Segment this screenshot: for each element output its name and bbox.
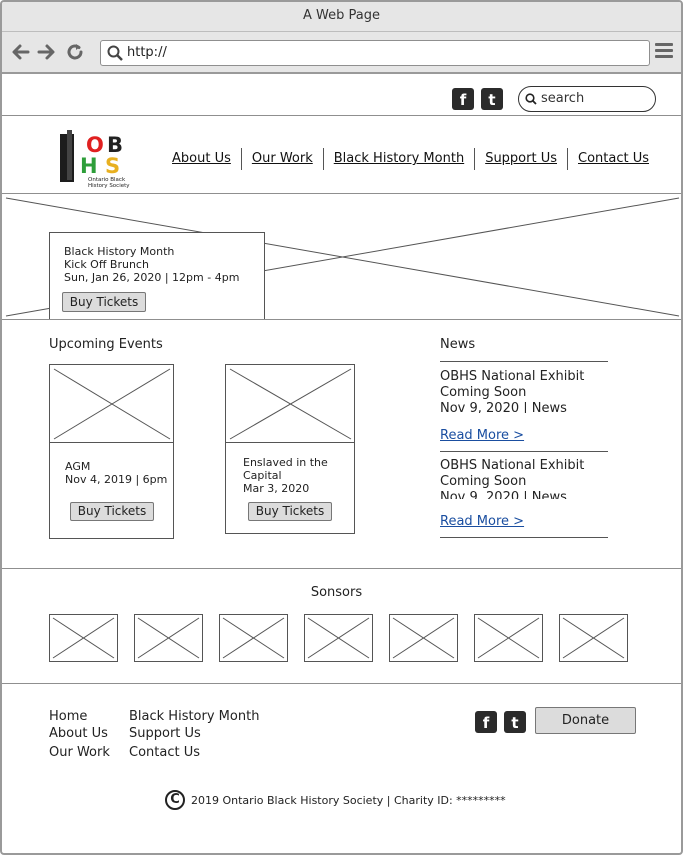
news-title-1: OBHS National Exhibit — [440, 458, 585, 473]
featured-event-title-1: Black History Month — [64, 245, 175, 258]
sponsors-section: Sonsors — [2, 568, 681, 684]
svg-text:H: H — [80, 154, 98, 178]
divider — [440, 361, 608, 362]
url-text: http:// — [127, 45, 167, 60]
site-header: O B H S Ontario Black History Society Ab… — [2, 116, 681, 194]
buy-tickets-button[interactable]: Buy Tickets — [62, 292, 146, 312]
news-meta: Nov 9, 2020 | News — [440, 490, 567, 499]
footer-link-about-us[interactable]: About Us — [49, 726, 108, 741]
search-icon — [525, 93, 537, 105]
twitter-icon[interactable]: t — [504, 711, 526, 733]
sponsor-logo-placeholder[interactable] — [304, 614, 373, 662]
window-title: A Web Page — [2, 2, 681, 32]
search-placeholder: search — [541, 91, 585, 106]
news-heading: News — [440, 337, 476, 352]
sponsor-logo-placeholder[interactable] — [474, 614, 543, 662]
svg-text:S: S — [105, 154, 120, 178]
footer-link-contact-us[interactable]: Contact Us — [129, 745, 200, 760]
obhs-logo[interactable]: O B H S Ontario Black History Society — [58, 128, 134, 190]
event-name-line2: Capital — [243, 469, 282, 482]
utility-bar: f t search — [2, 76, 681, 116]
donate-button[interactable]: Donate — [535, 707, 636, 734]
news-title-2: Coming Soon — [440, 474, 527, 489]
hero-banner: Black History Month Kick Off Brunch Sun,… — [2, 194, 681, 320]
sponsor-logo-placeholder[interactable] — [219, 614, 288, 662]
event-card[interactable]: Enslaved in the Capital Mar 3, 2020 Buy … — [225, 364, 355, 534]
facebook-icon[interactable]: f — [475, 711, 497, 733]
sponsor-logo-placeholder[interactable] — [389, 614, 458, 662]
news-title-1: OBHS National Exhibit — [440, 369, 585, 384]
buy-tickets-button[interactable]: Buy Tickets — [70, 502, 154, 521]
search-input[interactable]: search — [518, 86, 656, 112]
facebook-icon[interactable]: f — [452, 88, 474, 110]
featured-event-title-2: Kick Off Brunch — [64, 258, 149, 271]
sponsor-logo-placeholder[interactable] — [49, 614, 118, 662]
footer-link-home[interactable]: Home — [49, 709, 87, 724]
svg-text:History Society: History Society — [88, 183, 130, 189]
nav-about-us[interactable]: About Us — [162, 148, 241, 170]
nav-contact-us[interactable]: Contact Us — [567, 148, 659, 170]
search-icon — [107, 45, 123, 61]
buy-tickets-button[interactable]: Buy Tickets — [248, 502, 332, 521]
news-title-2: Coming Soon — [440, 385, 527, 400]
divider — [440, 451, 608, 452]
browser-toolbar: http:// — [2, 32, 681, 74]
copyright: C 2019 Ontario Black History Society | C… — [165, 790, 506, 810]
news-item: OBHS National Exhibit Coming Soon Nov 9,… — [440, 458, 608, 499]
copyright-icon: C — [165, 790, 185, 810]
event-name: AGM — [65, 460, 91, 473]
featured-event-date: Sun, Jan 26, 2020 | 12pm - 4pm — [64, 271, 240, 284]
twitter-icon[interactable]: t — [481, 88, 503, 110]
nav-black-history-month[interactable]: Black History Month — [322, 148, 474, 170]
event-info: Enslaved in the Capital Mar 3, 2020 — [243, 456, 328, 495]
event-card[interactable]: AGM Nov 4, 2019 | 6pm Buy Tickets — [49, 364, 174, 539]
nav-our-work[interactable]: Our Work — [240, 148, 323, 170]
sponsors-heading: Sonsors — [310, 585, 363, 600]
footer-link-our-work[interactable]: Our Work — [49, 745, 110, 760]
forward-arrow-icon[interactable] — [35, 41, 57, 63]
sponsor-logo-placeholder[interactable] — [559, 614, 628, 662]
event-date: Mar 3, 2020 — [243, 482, 310, 495]
url-bar[interactable]: http:// — [100, 40, 650, 66]
divider — [440, 537, 608, 538]
events-heading: Upcoming Events — [49, 337, 163, 352]
news-item: OBHS National Exhibit Coming Soon Nov 9,… — [440, 369, 608, 413]
nav-support-us[interactable]: Support Us — [474, 148, 567, 170]
event-image-placeholder — [50, 368, 173, 443]
sponsor-logo-placeholder[interactable] — [134, 614, 203, 662]
news-meta: Nov 9, 2020 | News — [440, 401, 567, 413]
featured-event-card: Black History Month Kick Off Brunch Sun,… — [49, 232, 265, 319]
hamburger-menu-icon[interactable] — [655, 43, 673, 61]
read-more-link[interactable]: Read More > — [440, 428, 524, 443]
back-arrow-icon[interactable] — [10, 41, 32, 63]
event-info: AGM Nov 4, 2019 | 6pm — [65, 460, 167, 486]
main-nav: About Us Our Work Black History Month Su… — [162, 148, 659, 170]
event-date: Nov 4, 2019 | 6pm — [65, 473, 168, 486]
browser-window: A Web Page http:// f t search O B H S On… — [0, 0, 683, 855]
event-image-placeholder — [226, 368, 354, 443]
footer-link-black-history-month[interactable]: Black History Month — [129, 709, 259, 724]
read-more-link[interactable]: Read More > — [440, 514, 524, 529]
footer-link-support-us[interactable]: Support Us — [129, 726, 201, 741]
reload-icon[interactable] — [64, 41, 86, 63]
event-name: Enslaved in the — [243, 456, 328, 469]
copyright-text: 2019 Ontario Black History Society | Cha… — [191, 793, 506, 807]
